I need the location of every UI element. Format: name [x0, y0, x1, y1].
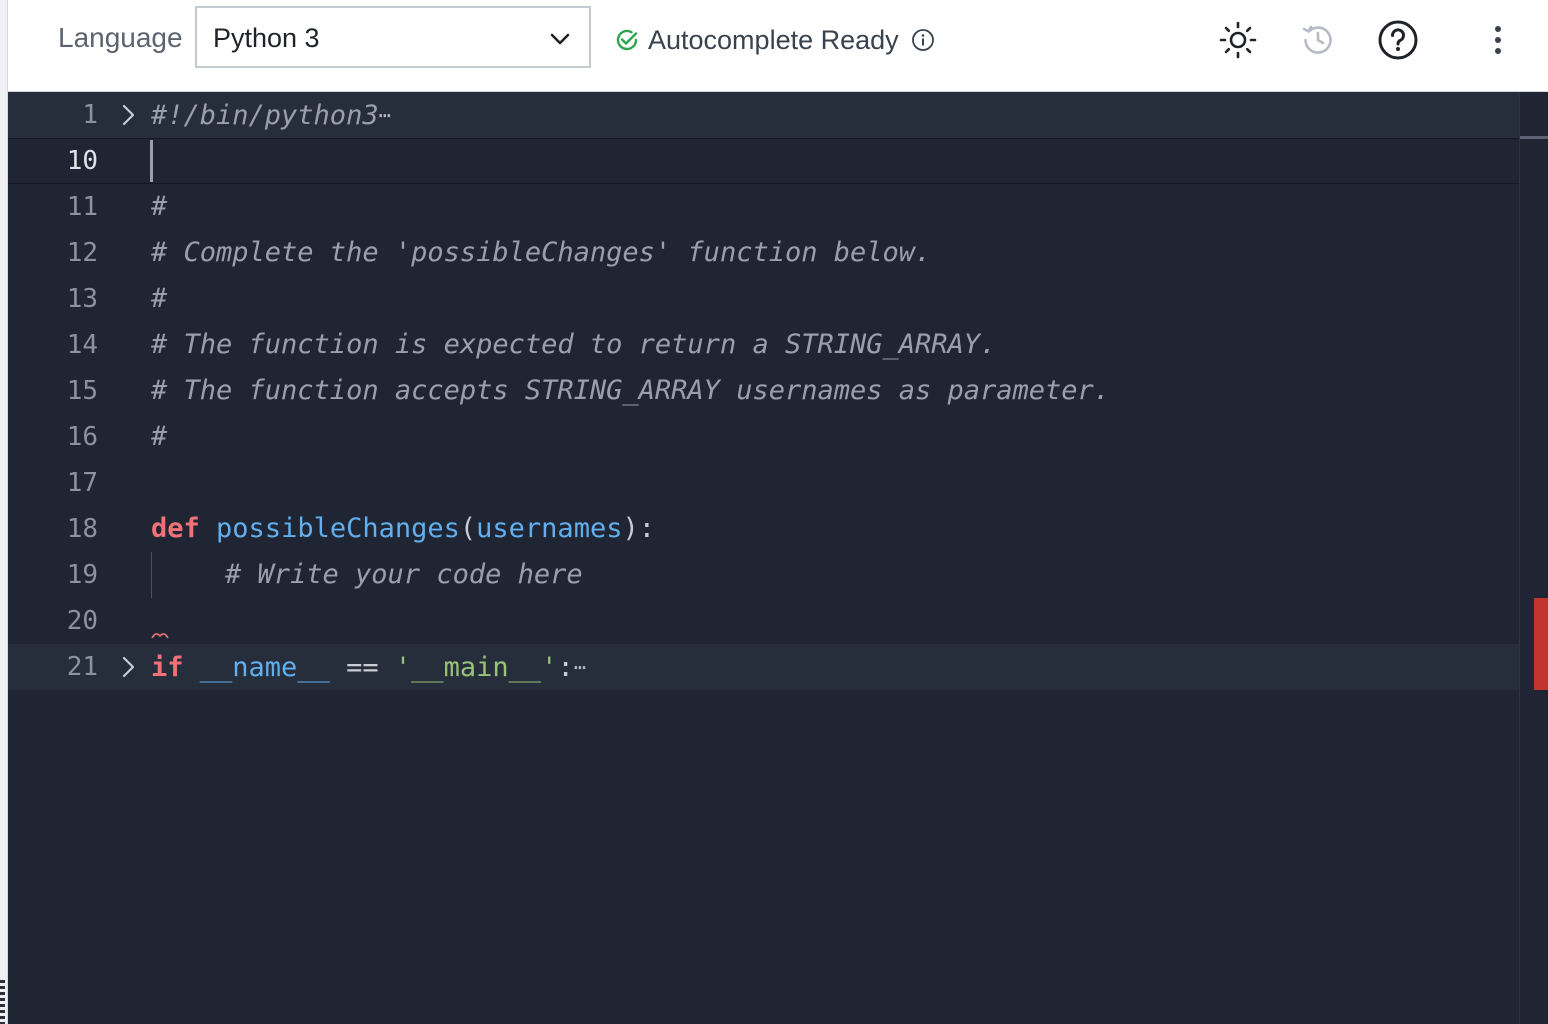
code-identifier: __name__ [199, 652, 330, 683]
line-number: 20 [66, 606, 98, 636]
code-comment: # [151, 283, 168, 314]
language-select[interactable]: Python 3 [195, 6, 591, 68]
autocomplete-status: Autocomplete Ready [614, 20, 935, 60]
code-comment: # Write your code here [225, 559, 583, 590]
line-number: 17 [66, 468, 98, 498]
code-comment: # [151, 191, 168, 222]
line-number: 18 [66, 514, 98, 544]
code-line: 13 # [8, 276, 1519, 322]
code-editor[interactable]: 1 #!/bin/python3⋯ 10 11 # 12 # Complete … [8, 92, 1548, 1024]
left-panel-edge [0, 0, 8, 1024]
code-line: 14 # The function is expected to return … [8, 322, 1519, 368]
language-label: Language [58, 22, 183, 53]
line-number: 10 [66, 146, 98, 176]
line-number: 1 [82, 100, 98, 130]
code-comment: #!/bin/python3 [151, 100, 379, 131]
line-number: 21 [66, 652, 98, 682]
folded-ellipsis-icon[interactable]: ⋯ [379, 103, 391, 127]
scrollbar-track[interactable] [1519, 92, 1520, 1024]
code-comment: # [151, 421, 168, 452]
code-string: '__main__' [394, 652, 558, 683]
language-select-value: Python 3 [213, 23, 320, 53]
history-icon[interactable] [1296, 18, 1340, 62]
line-number: 15 [66, 376, 98, 406]
check-circle-icon [614, 27, 640, 53]
code-line: 17 [8, 460, 1519, 506]
code-line: 21 if __name__ == '__main__':⋯ [8, 644, 1519, 690]
code-comment: # The function accepts STRING_ARRAY user… [151, 375, 1111, 406]
fold-expand-icon[interactable] [118, 103, 140, 127]
overview-ruler-cursor-mark [1520, 136, 1548, 139]
more-vertical-icon[interactable] [1476, 18, 1520, 62]
code-line: 19 # Write your code here [8, 552, 1519, 598]
code-function-name: possibleChanges [216, 513, 460, 544]
resize-handle[interactable] [0, 980, 5, 1024]
info-icon[interactable] [911, 28, 935, 52]
code-punctuation: ( [459, 513, 477, 544]
code-line: 1 #!/bin/python3⋯ [8, 92, 1519, 138]
code-line: 15 # The function accepts STRING_ARRAY u… [8, 368, 1519, 414]
code-operator: == [346, 652, 379, 683]
code-editor-window: Language Python 3 Autocomplete Ready 1 #… [0, 0, 1548, 1024]
code-punctuation: : [557, 652, 574, 683]
code-comment: # The function is expected to return a S… [151, 329, 997, 360]
help-icon[interactable] [1376, 18, 1420, 62]
autocomplete-status-text: Autocomplete Ready [648, 25, 899, 55]
code-line-current: 10 [8, 138, 1519, 184]
code-line: 11 # [8, 184, 1519, 230]
fold-expand-icon[interactable] [118, 655, 140, 679]
code-line: 12 # Complete the 'possibleChanges' func… [8, 230, 1519, 276]
code-punctuation: ): [622, 513, 655, 544]
code-line: 16 # [8, 414, 1519, 460]
line-number: 11 [66, 192, 98, 222]
text-cursor [150, 140, 153, 182]
error-squiggle-icon [151, 633, 169, 639]
editor-toolbar: Language Python 3 Autocomplete Ready [8, 0, 1548, 92]
code-keyword: if [151, 652, 184, 683]
sun-icon[interactable] [1216, 18, 1260, 62]
chevron-down-icon [549, 28, 571, 50]
code-line: 20 [8, 598, 1519, 644]
overview-ruler-error-mark [1534, 598, 1548, 690]
code-parameter: usernames [476, 513, 623, 544]
code-keyword: def [151, 513, 200, 544]
line-number: 19 [66, 560, 98, 590]
indent-guide [151, 552, 152, 598]
line-number: 16 [66, 422, 98, 452]
code-comment: # Complete the 'possibleChanges' functio… [151, 237, 932, 268]
code-line: 18 def possibleChanges(usernames): [8, 506, 1519, 552]
line-number: 12 [66, 238, 98, 268]
line-number: 14 [66, 330, 98, 360]
line-number: 13 [66, 284, 98, 314]
folded-ellipsis-icon[interactable]: ⋯ [574, 655, 586, 679]
